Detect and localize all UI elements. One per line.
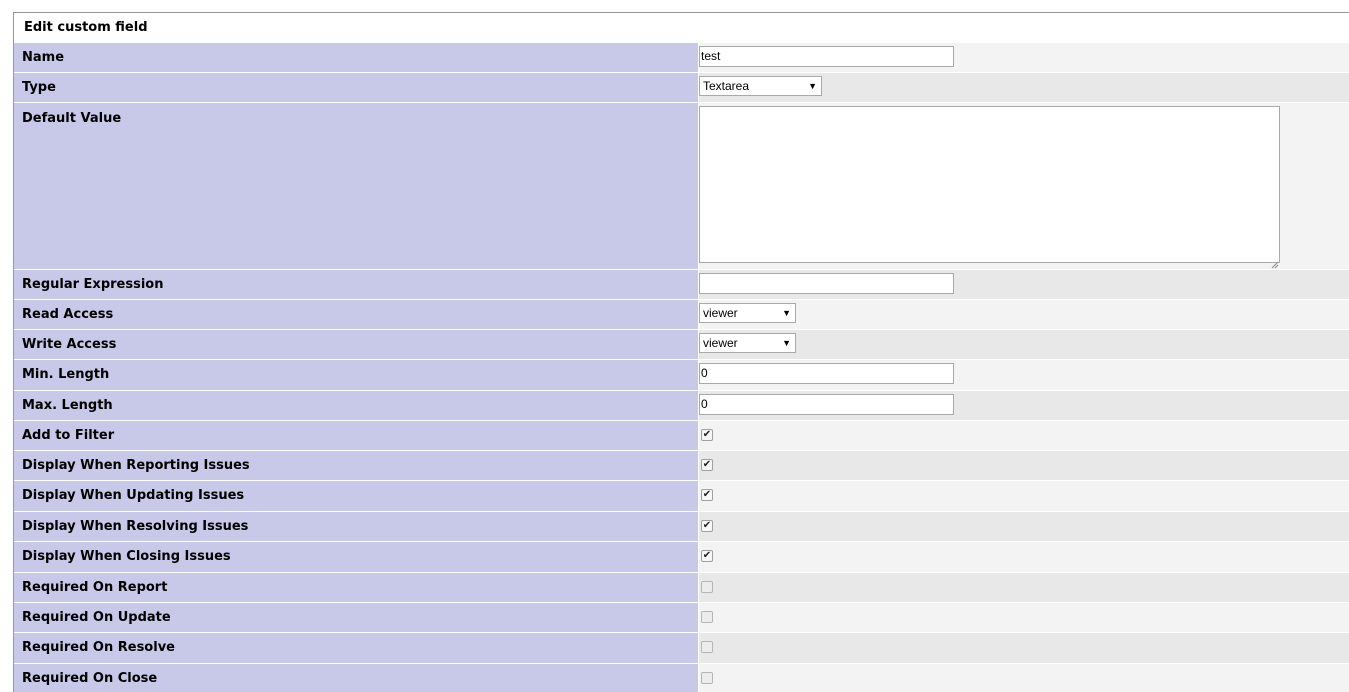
read-access-select-value: viewer xyxy=(703,306,738,320)
label-write-access: Write Access xyxy=(14,330,699,359)
display-updating-checkbox[interactable]: ✔ xyxy=(701,489,713,501)
write-access-select[interactable]: viewer ▼ xyxy=(699,333,796,353)
add-to-filter-checkbox[interactable]: ✔ xyxy=(701,429,713,441)
display-closing-checkbox[interactable]: ✔ xyxy=(701,550,713,562)
label-max-length: Max. Length xyxy=(14,391,699,420)
row-required-resolve: Required On Resolve xyxy=(14,633,1349,664)
label-display-reporting: Display When Reporting Issues xyxy=(14,451,699,480)
row-default-value: Default Value xyxy=(14,103,1349,270)
row-display-resolving: Display When Resolving Issues ✔ xyxy=(14,512,1349,542)
max-length-input[interactable]: 0 xyxy=(699,394,954,415)
label-min-length: Min. Length xyxy=(14,360,699,390)
row-add-to-filter: Add to Filter ✔ xyxy=(14,421,1349,451)
label-display-resolving: Display When Resolving Issues xyxy=(14,512,699,541)
resize-grip-icon[interactable] xyxy=(1271,254,1279,269)
custom-field-form: Edit custom field Name test Type Textare… xyxy=(13,12,1349,692)
type-select-value: Textarea xyxy=(703,79,750,93)
chevron-down-icon: ▼ xyxy=(808,81,817,91)
row-max-length: Max. Length 0 xyxy=(14,391,1349,421)
row-read-access: Read Access viewer ▼ xyxy=(14,300,1349,330)
label-required-close: Required On Close xyxy=(14,664,699,692)
row-required-update: Required On Update xyxy=(14,603,1349,633)
row-required-report: Required On Report xyxy=(14,573,1349,603)
display-reporting-checkbox[interactable]: ✔ xyxy=(701,459,713,471)
min-length-input[interactable]: 0 xyxy=(699,363,954,384)
label-display-closing: Display When Closing Issues xyxy=(14,542,699,572)
chevron-down-icon: ▼ xyxy=(782,308,791,318)
row-regex: Regular Expression xyxy=(14,270,1349,300)
required-update-checkbox[interactable] xyxy=(701,611,713,623)
write-access-select-value: viewer xyxy=(703,336,738,350)
row-min-length: Min. Length 0 xyxy=(14,360,1349,391)
row-display-updating: Display When Updating Issues ✔ xyxy=(14,481,1349,512)
row-type: Type Textarea ▼ xyxy=(14,73,1349,103)
row-display-closing: Display When Closing Issues ✔ xyxy=(14,542,1349,573)
label-read-access: Read Access xyxy=(14,300,699,329)
required-resolve-checkbox[interactable] xyxy=(701,641,713,653)
required-report-checkbox[interactable] xyxy=(701,581,713,593)
form-title: Edit custom field xyxy=(14,13,1349,43)
default-value-textarea[interactable] xyxy=(699,106,1280,263)
label-name: Name xyxy=(14,43,699,72)
label-type: Type xyxy=(14,73,699,102)
label-required-report: Required On Report xyxy=(14,573,699,602)
name-input[interactable]: test xyxy=(699,46,954,67)
label-add-to-filter: Add to Filter xyxy=(14,421,699,450)
required-close-checkbox[interactable] xyxy=(701,672,713,684)
label-required-update: Required On Update xyxy=(14,603,699,632)
label-display-updating: Display When Updating Issues xyxy=(14,481,699,511)
regex-input[interactable] xyxy=(699,273,954,294)
display-resolving-checkbox[interactable]: ✔ xyxy=(701,520,713,532)
row-name: Name test xyxy=(14,43,1349,73)
type-select[interactable]: Textarea ▼ xyxy=(699,76,822,96)
row-required-close: Required On Close xyxy=(14,664,1349,692)
row-display-reporting: Display When Reporting Issues ✔ xyxy=(14,451,1349,481)
label-regex: Regular Expression xyxy=(14,270,699,299)
row-write-access: Write Access viewer ▼ xyxy=(14,330,1349,360)
chevron-down-icon: ▼ xyxy=(782,338,791,348)
label-default-value: Default Value xyxy=(14,103,699,269)
read-access-select[interactable]: viewer ▼ xyxy=(699,303,796,323)
label-required-resolve: Required On Resolve xyxy=(14,633,699,663)
